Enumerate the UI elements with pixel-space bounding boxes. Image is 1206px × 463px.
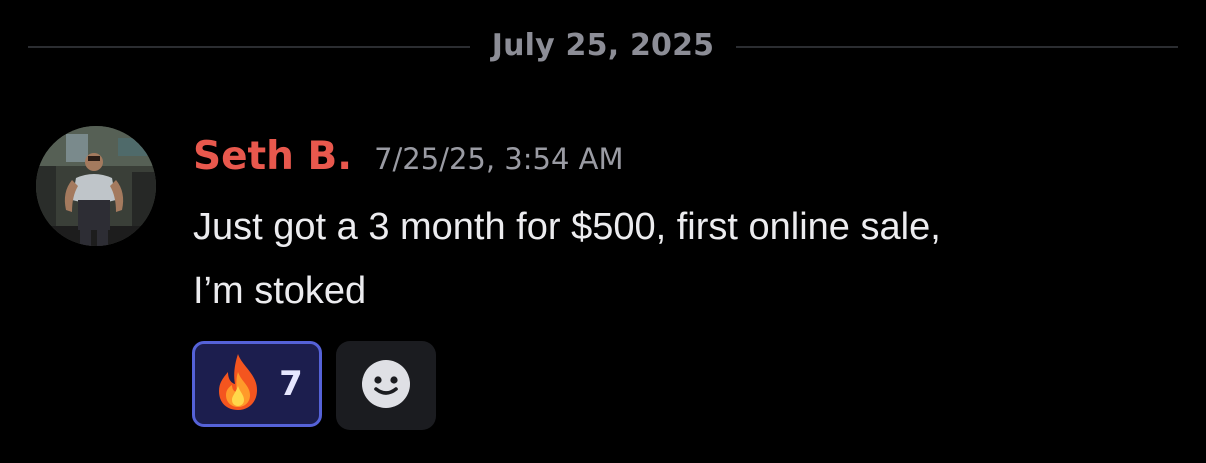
reaction-fire[interactable]: 7 [192,341,322,427]
date-divider: July 25, 2025 [28,22,1178,72]
message-text-line: I’m stoked [193,270,367,312]
add-reaction-button[interactable] [336,341,436,430]
message-text-line: Just got a 3 month for $500, first onlin… [193,206,941,248]
avatar[interactable] [36,126,156,246]
smiley-icon [361,359,411,413]
username[interactable]: Seth B. [193,134,352,179]
reaction-count: 7 [279,364,303,404]
message-header: Seth B. 7/25/25, 3:54 AM [193,134,624,190]
fire-icon [211,352,265,416]
divider-line-right [736,46,1178,48]
divider-line-left [28,46,470,48]
divider-date: July 25, 2025 [491,28,715,63]
message-text: Just got a 3 month for $500, first onlin… [193,195,1153,323]
reaction-bar: 7 [192,341,436,430]
message-timestamp: 7/25/25, 3:54 AM [374,142,624,176]
